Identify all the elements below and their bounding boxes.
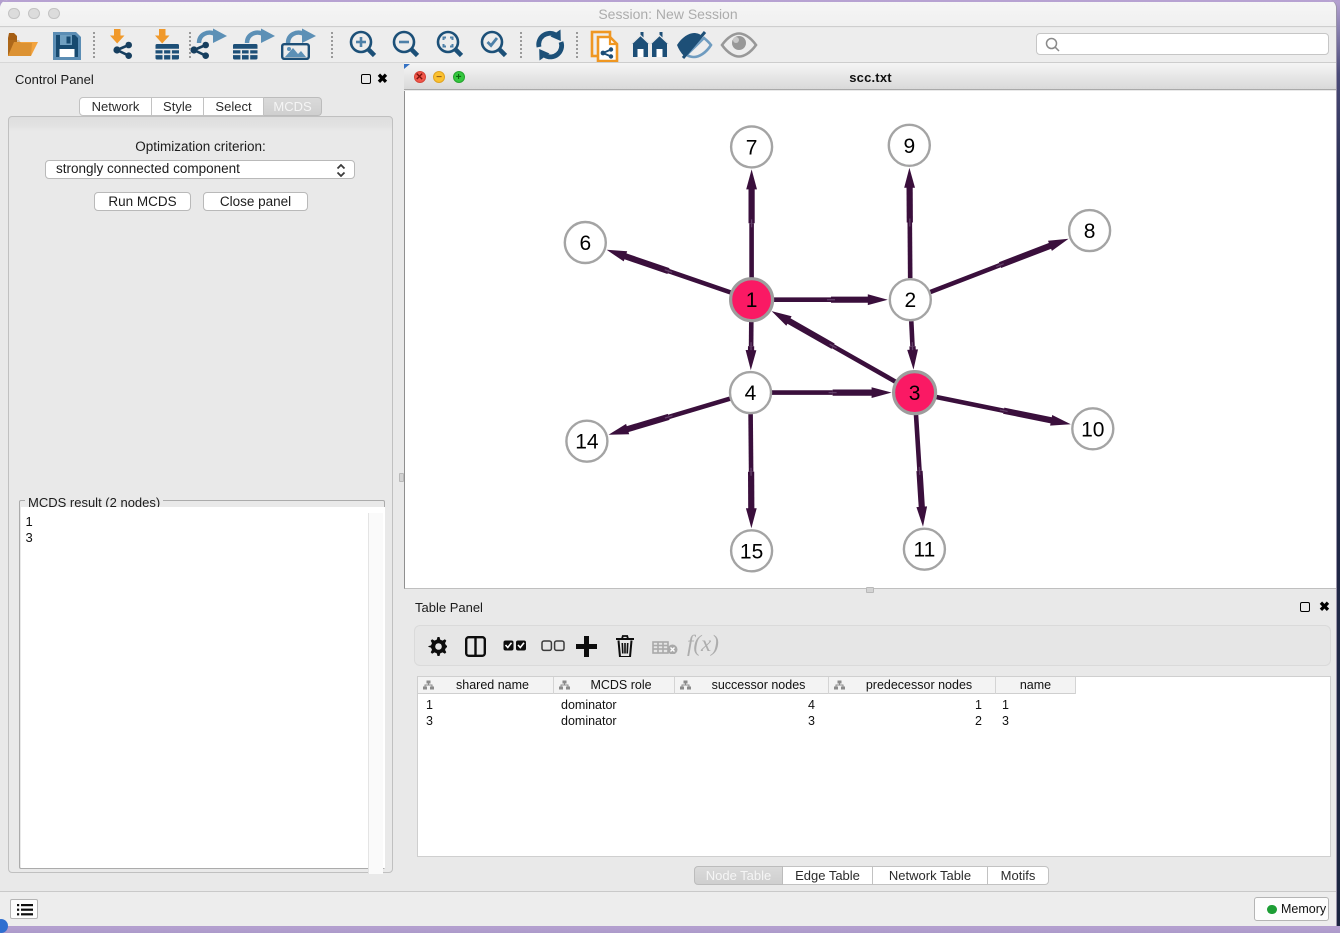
svg-text:1: 1 [746, 289, 758, 312]
svg-text:9: 9 [903, 135, 915, 158]
svg-text:4: 4 [745, 382, 757, 405]
svg-text:6: 6 [579, 232, 591, 255]
svg-text:2: 2 [904, 289, 916, 312]
svg-text:3: 3 [909, 382, 921, 405]
svg-text:7: 7 [746, 136, 758, 159]
svg-text:14: 14 [575, 431, 599, 454]
svg-text:15: 15 [740, 540, 763, 563]
svg-text:8: 8 [1084, 220, 1096, 243]
svg-text:10: 10 [1081, 418, 1104, 441]
svg-text:11: 11 [913, 539, 935, 562]
